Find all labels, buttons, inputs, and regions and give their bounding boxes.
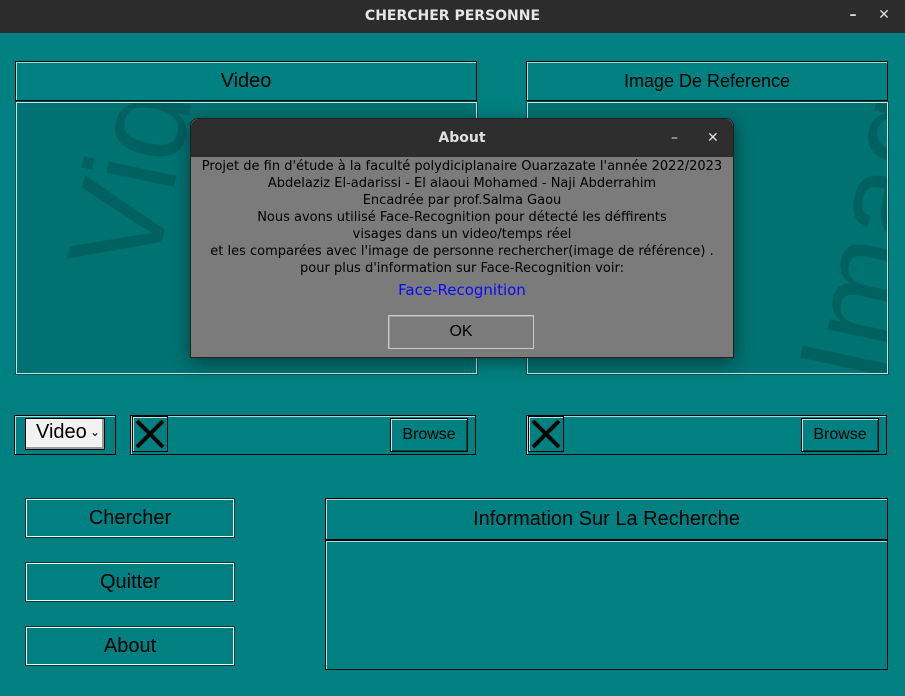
image-panel-header: Image De Reference [526, 61, 888, 101]
search-button[interactable]: Chercher [25, 498, 235, 538]
video-preview-placeholder [132, 416, 168, 452]
about-dialog-title: About [438, 130, 486, 146]
about-line: et les comparées avec l'image de personn… [210, 244, 714, 259]
image-panel-title: Image De Reference [623, 71, 791, 91]
info-panel-content [325, 540, 888, 670]
video-panel-title: Video [220, 70, 272, 92]
close-icon[interactable]: ✕ [873, 0, 895, 33]
about-dialog-body: Projet de fin d'étude à la faculté polyd… [191, 157, 733, 299]
close-icon[interactable]: ✕ [707, 119, 719, 157]
window-title: CHERCHER PERSONNE [364, 8, 541, 24]
about-button[interactable]: About [25, 626, 235, 666]
minimize-icon[interactable]: – [842, 0, 864, 33]
face-recognition-link[interactable]: Face-Recognition [191, 281, 733, 299]
about-dialog: About – ✕ Projet de fin d'étude à la fac… [190, 118, 734, 358]
ok-button[interactable]: OK [388, 315, 534, 349]
about-line: Abdelaziz El-adarissi - El alaoui Mohame… [267, 176, 657, 191]
chevron-down-icon: ⌄ [90, 425, 101, 439]
info-panel-title: Information Sur La Recherche [473, 508, 740, 530]
source-select-value: Video [36, 421, 87, 443]
about-line: visages dans un video/temps réel [352, 227, 572, 242]
about-dialog-titlebar: About – ✕ [191, 119, 733, 157]
video-panel-header: Video [15, 61, 477, 101]
minimize-icon[interactable]: – [671, 119, 678, 157]
video-browse-button[interactable]: Browse [390, 418, 468, 452]
image-preview-placeholder [528, 416, 564, 452]
source-select[interactable]: Video ⌄ [25, 418, 105, 450]
about-line: Projet de fin d'étude à la faculté polyd… [201, 159, 723, 174]
x-icon [135, 419, 165, 449]
image-watermark: Image [769, 102, 888, 374]
x-icon [531, 419, 561, 449]
window-titlebar: CHERCHER PERSONNE – ✕ [0, 0, 905, 33]
about-line: pour plus d'information sur Face-Recogni… [300, 261, 624, 276]
about-line: Encadrée par prof.Salma Gaou [362, 193, 562, 208]
about-line: Nous avons utilisé Face-Recognition pour… [257, 210, 667, 225]
quit-button[interactable]: Quitter [25, 562, 235, 602]
info-panel-header: Information Sur La Recherche [325, 498, 888, 541]
image-browse-button[interactable]: Browse [801, 418, 879, 452]
